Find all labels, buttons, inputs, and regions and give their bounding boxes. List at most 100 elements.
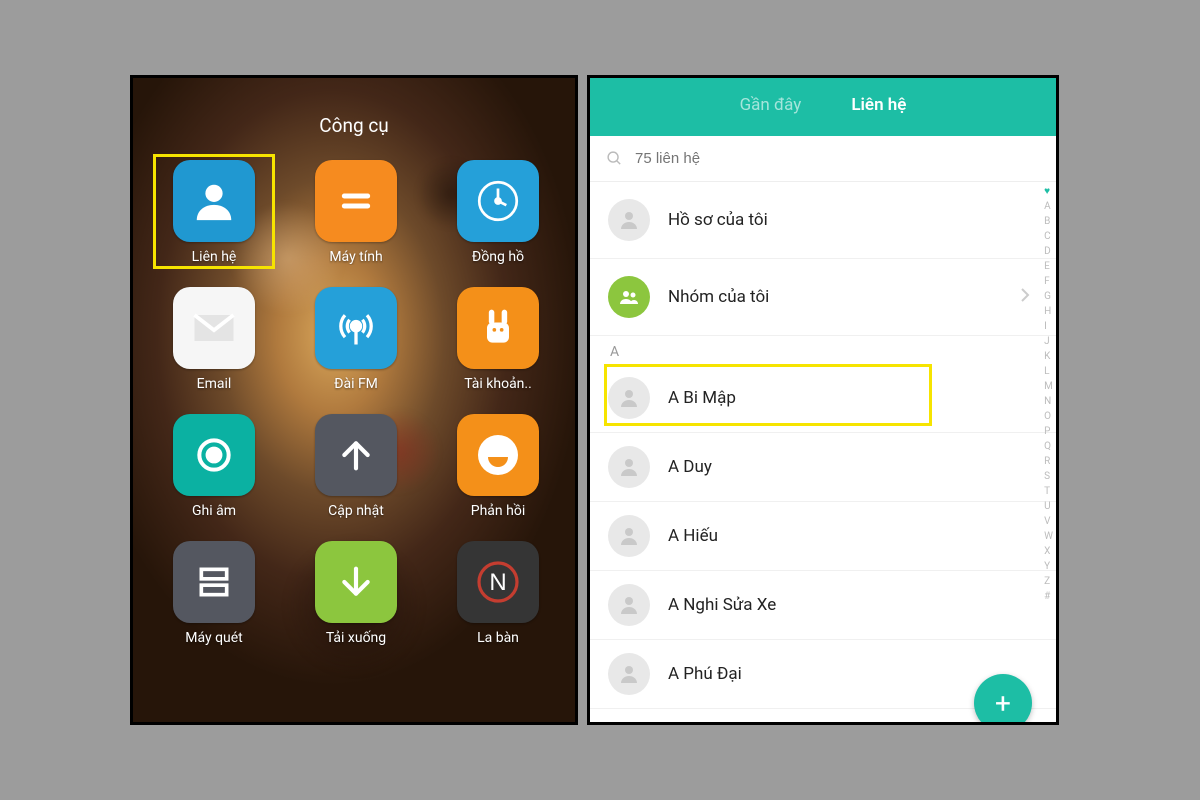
app-label: Máy quét [185, 630, 243, 646]
contact-name: A Phú Đại [668, 664, 742, 684]
index-letter[interactable]: W [1044, 531, 1053, 542]
index-letter[interactable]: I [1044, 321, 1053, 332]
index-letter[interactable]: # [1044, 591, 1053, 602]
contact-name: A Bi Mập [668, 388, 736, 408]
index-letter[interactable]: L [1044, 366, 1053, 377]
mi-bunny-icon [457, 287, 539, 369]
svg-text:N: N [489, 569, 506, 596]
envelope-icon [173, 287, 255, 369]
index-letter[interactable]: N [1044, 396, 1053, 407]
app-email[interactable]: Email [159, 287, 269, 392]
person-icon [173, 160, 255, 242]
app-label: La bàn [477, 630, 519, 646]
groups-icon [608, 276, 650, 318]
record-icon [173, 414, 255, 496]
avatar-icon [608, 515, 650, 557]
contact-row[interactable]: A Bi Mập [590, 364, 1056, 433]
search-input[interactable] [635, 150, 1040, 167]
search-bar[interactable] [590, 136, 1056, 182]
app-scanner[interactable]: Máy quét [159, 541, 269, 646]
index-letter[interactable]: O [1044, 411, 1053, 422]
index-letter[interactable]: Y [1044, 561, 1053, 572]
index-letter[interactable]: T [1044, 486, 1053, 497]
clock-icon [457, 160, 539, 242]
antenna-icon [315, 287, 397, 369]
app-clock[interactable]: Đồng hồ [443, 160, 553, 265]
smile-icon [457, 414, 539, 496]
tab-contacts[interactable]: Liên hệ [851, 95, 906, 119]
index-letter[interactable]: J [1044, 336, 1053, 347]
index-letter[interactable]: E [1044, 261, 1053, 272]
highlight-box [604, 364, 932, 426]
avatar-icon [608, 377, 650, 419]
tab-recent[interactable]: Gần đây [740, 95, 802, 119]
tabbar: Gần đây Liên hệ [590, 78, 1056, 136]
index-letter[interactable]: P [1044, 426, 1053, 437]
index-letter[interactable]: M [1044, 381, 1053, 392]
index-letter[interactable]: R [1044, 456, 1053, 467]
my-groups-label: Nhóm của tôi [668, 287, 769, 307]
app-label: Phản hồi [471, 503, 525, 519]
scan-icon [173, 541, 255, 623]
app-label: Ghi âm [192, 503, 236, 519]
contact-row[interactable]: A Nghi Sửa Xe [590, 571, 1056, 640]
app-label: Cập nhật [328, 503, 384, 519]
phone-tools: Công cụ Liên hệ Máy tính Đồng hồ Email Đài F… [130, 75, 578, 725]
index-letter[interactable]: F [1044, 276, 1053, 287]
search-icon [606, 150, 623, 167]
contact-name: A Nghi Sửa Xe [668, 595, 776, 615]
phone-contacts: Gần đây Liên hệ Hồ sơ của tôi Nhóm của t… [587, 75, 1059, 725]
avatar-icon [608, 653, 650, 695]
app-calculator[interactable]: Máy tính [301, 160, 411, 265]
app-fm[interactable]: Đài FM [301, 287, 411, 392]
index-letter[interactable]: K [1044, 351, 1053, 362]
app-feedback[interactable]: Phản hồi [443, 414, 553, 519]
section-letter: A [590, 336, 1056, 364]
contact-list: Hồ sơ của tôi Nhóm của tôi A A Bi Mập A D… [590, 182, 1056, 709]
contact-row[interactable]: A Hiếu [590, 502, 1056, 571]
my-profile-row[interactable]: Hồ sơ của tôi [590, 182, 1056, 259]
app-label: Tải xuống [326, 630, 386, 646]
avatar-icon [608, 199, 650, 241]
index-letter[interactable]: U [1044, 501, 1053, 512]
app-downloads[interactable]: Tải xuống [301, 541, 411, 646]
chevron-right-icon [1020, 287, 1030, 307]
index-letter[interactable]: ♥ [1044, 186, 1053, 197]
avatar-icon [608, 446, 650, 488]
index-letter[interactable]: H [1044, 306, 1053, 317]
app-label: Đồng hồ [472, 249, 524, 265]
app-label: Email [197, 376, 232, 392]
my-groups-row[interactable]: Nhóm của tôi [590, 259, 1056, 336]
alpha-index[interactable]: ♥ ABCDEFGHIJKLMNOPQRSTUVWXYZ # [1044, 186, 1053, 602]
index-letter[interactable]: S [1044, 471, 1053, 482]
index-letter[interactable]: D [1044, 246, 1053, 257]
arrow-up-icon [315, 414, 397, 496]
index-letter[interactable]: X [1044, 546, 1053, 557]
arrow-down-icon [315, 541, 397, 623]
contact-name: A Hiếu [668, 526, 718, 546]
app-recorder[interactable]: Ghi âm [159, 414, 269, 519]
my-profile-label: Hồ sơ của tôi [668, 210, 768, 230]
folder-title: Công cụ [133, 114, 575, 137]
index-letter[interactable]: Z [1044, 576, 1053, 587]
index-letter[interactable]: B [1044, 216, 1053, 227]
contact-row[interactable]: A Duy [590, 433, 1056, 502]
index-letter[interactable]: G [1044, 291, 1053, 302]
equals-icon [315, 160, 397, 242]
index-letter[interactable]: Q [1044, 441, 1053, 452]
index-letter[interactable]: A [1044, 201, 1053, 212]
app-grid: Liên hệMáy tínhĐồng hồEmailĐài FMTài kho… [159, 160, 549, 646]
app-updater[interactable]: Cập nhật [301, 414, 411, 519]
index-letter[interactable]: C [1044, 231, 1053, 242]
app-label: Liên hệ [192, 249, 237, 265]
avatar-icon [608, 584, 650, 626]
app-compass[interactable]: N La bàn [443, 541, 553, 646]
add-contact-fab[interactable]: + [974, 674, 1032, 725]
app-account[interactable]: Tài khoản.. [443, 287, 553, 392]
app-label: Đài FM [334, 376, 378, 392]
app-contacts[interactable]: Liên hệ [159, 160, 269, 265]
contact-name: A Duy [668, 457, 712, 477]
index-letter[interactable]: V [1044, 516, 1053, 527]
compass-n-icon: N [457, 541, 539, 623]
app-label: Máy tính [329, 249, 382, 265]
